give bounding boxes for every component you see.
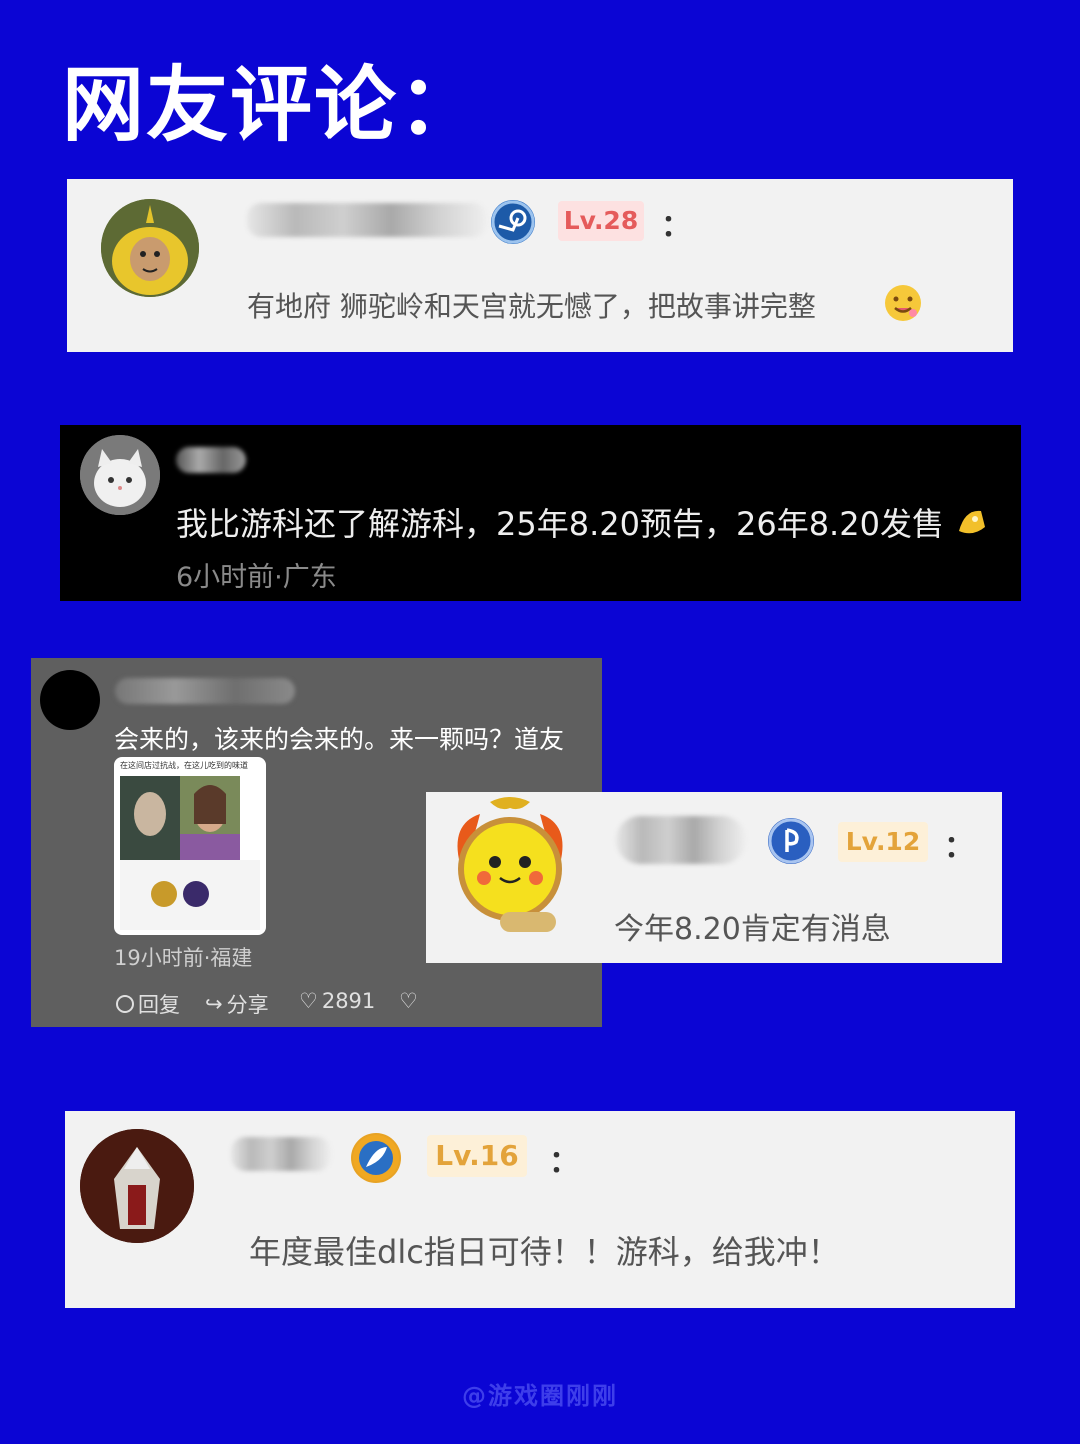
level-badge: Lv.12 <box>838 822 928 862</box>
author-liked-icon[interactable]: ♡ <box>399 989 418 1013</box>
comment-meta: 19小时前·福建 <box>114 946 253 970</box>
username-blurred[interactable] <box>247 203 487 237</box>
comment-meta: 6小时前·广东 <box>176 562 337 593</box>
level-badge: Lv.16 <box>427 1135 527 1177</box>
share-label: 分享 <box>226 993 269 1017</box>
user-avatar[interactable] <box>440 794 580 944</box>
image-content <box>120 776 260 930</box>
username-blurred[interactable] <box>616 816 746 864</box>
comment-text: 年度最佳dlc指日可待！！游科，给我冲！ <box>249 1233 840 1271</box>
level-badge: Lv.28 <box>558 201 644 241</box>
reply-button[interactable]: 回复 <box>116 989 180 1019</box>
comment-card-1: Lv.28 ： 有地府 狮驼岭和天宫就无憾了，把故事讲完整 <box>67 179 1013 352</box>
user-avatar[interactable] <box>101 199 199 297</box>
username-blurred[interactable] <box>176 447 246 473</box>
share-icon: ↪ <box>205 992 223 1016</box>
comment-card-2: 我比游科还了解游科，25年8.20预告，26年8.20发售 6小时前·广东 <box>60 425 1021 601</box>
comment-image[interactable]: 在这间店过抗战，在这儿吃到的味道 <box>114 757 266 935</box>
share-button[interactable]: ↪ 分享 <box>205 989 269 1019</box>
feather-badge-icon <box>351 1133 401 1183</box>
username-blurred[interactable] <box>231 1137 331 1171</box>
reply-label: 回复 <box>138 993 180 1017</box>
comment-text: 有地府 狮驼岭和天宫就无憾了，把故事讲完整 <box>247 290 816 323</box>
comment-text: 我比游科还了解游科，25年8.20预告，26年8.20发售 <box>176 505 944 543</box>
steam-icon <box>491 200 535 244</box>
comment-text: 会来的，该来的会来的。来一颗吗？道友 <box>114 725 565 754</box>
comment-text: 今年8.20肯定有消息 <box>614 912 891 947</box>
more-options-button[interactable]: ： <box>944 822 974 866</box>
playstation-icon <box>768 818 814 864</box>
like-count: 2891 <box>321 989 376 1013</box>
more-options-button[interactable]: ： <box>549 1137 579 1181</box>
image-caption: 在这间店过抗战，在这儿吃到的味道 <box>120 761 248 770</box>
page-title: 网友评论： <box>62 58 483 153</box>
watermark: @游戏圈刚刚 <box>462 1382 618 1410</box>
cheers-emoji <box>955 503 991 539</box>
user-avatar[interactable] <box>80 1129 194 1243</box>
comment-icon <box>116 995 134 1013</box>
comment-card-5: Lv.16 ： 年度最佳dlc指日可待！！游科，给我冲！ <box>65 1111 1015 1308</box>
username-blurred[interactable] <box>115 678 295 704</box>
like-button[interactable]: ♡ 2891 <box>299 989 375 1013</box>
user-avatar[interactable] <box>40 670 100 730</box>
heart-icon: ♡ <box>299 989 318 1013</box>
more-options-button[interactable]: ： <box>661 201 691 245</box>
user-avatar[interactable] <box>80 435 160 515</box>
drooling-face-emoji <box>883 283 923 323</box>
comment-card-4: Lv.12 ： 今年8.20肯定有消息 <box>426 792 1002 963</box>
